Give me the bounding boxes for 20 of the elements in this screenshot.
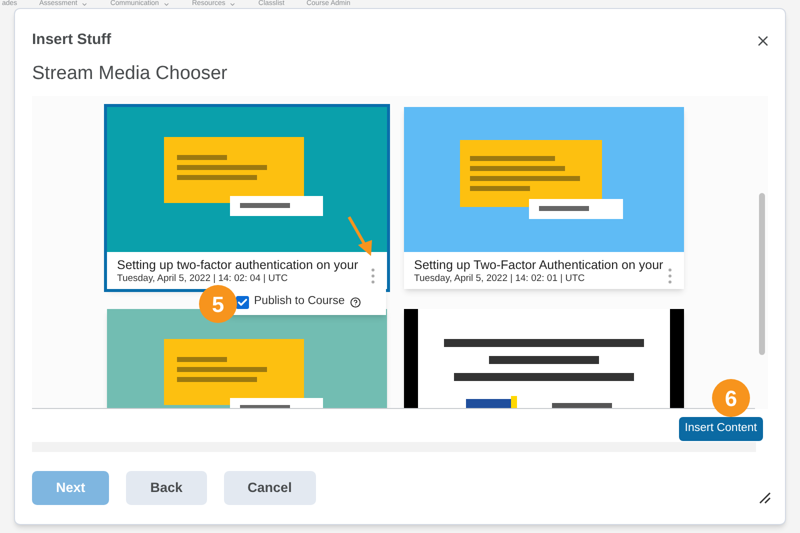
video-title: Setting up Two-Factor Authentication on your: [414, 257, 664, 273]
publish-label: Publish to Course: [254, 294, 345, 310]
video-card[interactable]: Setting up Two-Factor Authentication on your Tuesday, April 5, 2022 | 14: 02: 01 | UTC: [404, 107, 684, 289]
chevron-down-icon: [162, 0, 170, 8]
footer-button[interactable]: Back: [126, 471, 207, 505]
chevron-down-icon: [81, 0, 88, 8]
publish-checkbox[interactable]: [236, 296, 249, 308]
dialog-subtitle: Stream Media Chooser: [32, 62, 228, 86]
dialog-title: Insert Stuff: [32, 30, 112, 50]
resize-handle-icon[interactable]: [759, 492, 771, 504]
chevron-down-icon: [229, 0, 236, 8]
arrow-icon: [345, 215, 375, 257]
scrollbar[interactable]: [755, 96, 768, 409]
video-title: Setting up two-factor authentication on your: [117, 257, 358, 273]
video-card[interactable]: Setting up two-factor authentication on your Tuesday, April 5, 2022 | 14: 02: 04 | UTC: [107, 107, 387, 289]
video-date: Tuesday, April 5, 2022 | 14: 02: 01 | UTC: [414, 273, 585, 285]
video-date: Tuesday, April 5, 2022 | 14: 02: 04 | UTC: [117, 273, 288, 285]
help-icon[interactable]: [350, 296, 361, 308]
insert-content-button[interactable]: Insert Content: [678, 417, 763, 441]
footer-button[interactable]: Cancel: [224, 471, 316, 505]
